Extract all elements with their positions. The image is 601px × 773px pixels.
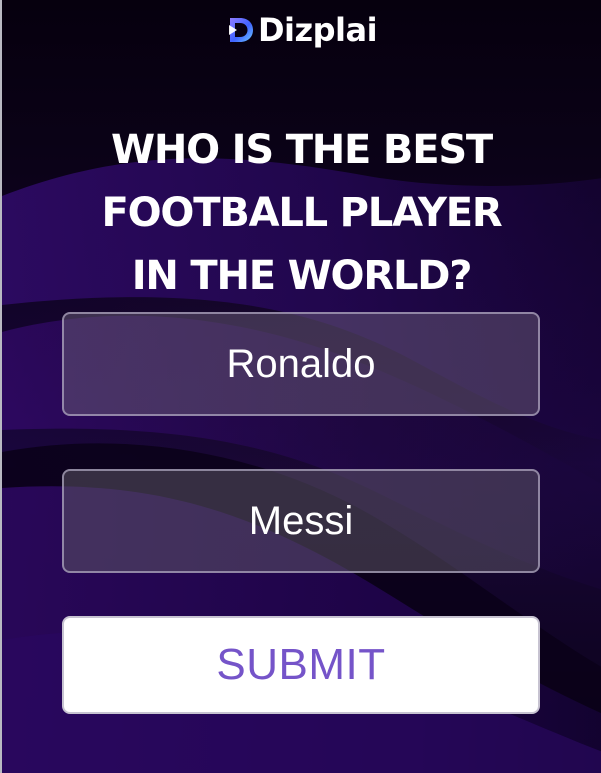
poll-option-messi[interactable]: Messi <box>62 469 540 573</box>
question-line-3: IN THE WORLD? <box>131 252 473 299</box>
submit-label: SUBMIT <box>216 640 386 689</box>
brand-name: Dizplai <box>257 11 378 49</box>
question-line-1: WHO IS THE BEST <box>110 126 493 173</box>
poll-question: WHO IS THE BEST FOOTBALL PLAYER IN THE W… <box>22 119 581 308</box>
submit-button[interactable]: SUBMIT <box>62 616 540 714</box>
option-label: Messi <box>248 498 354 543</box>
brand-logo: Dizplai <box>2 8 601 52</box>
dizplai-logo-mark-icon <box>228 18 253 42</box>
logo-wrap: Dizplai <box>226 11 378 49</box>
question-line-2: FOOTBALL PLAYER <box>101 189 503 236</box>
option-label: Ronaldo <box>226 341 376 386</box>
poll-option-ronaldo[interactable]: Ronaldo <box>62 312 540 416</box>
poll-screen: Dizplai WHO IS THE BEST FOOTBALL PLAYER … <box>0 0 601 773</box>
